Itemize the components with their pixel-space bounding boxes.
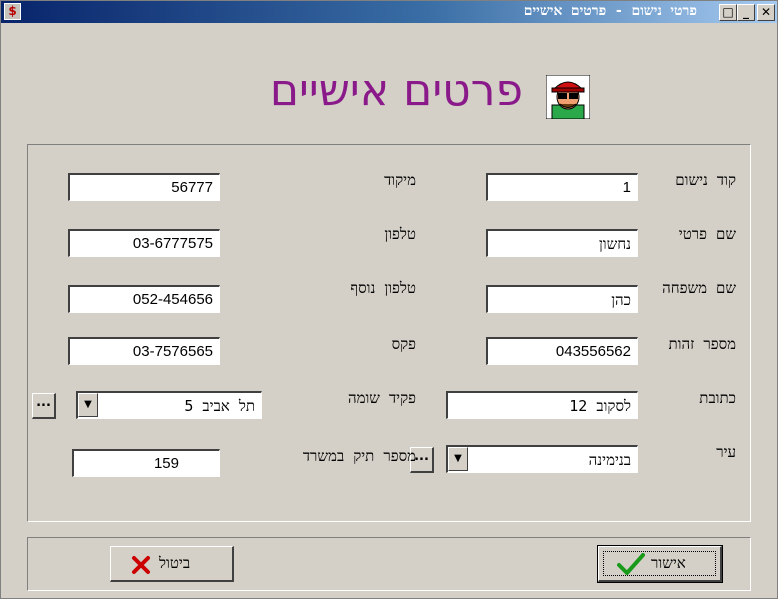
fax-field[interactable]: 03-7576565 [68,337,220,365]
checkmark-icon [617,553,645,575]
ok-button[interactable]: אישור [597,545,723,583]
minimize-icon: _ [743,5,749,19]
app-window: $ _ □ ✕ פרטי נישום - פרטים אישיים פרטים … [0,0,778,599]
assessing-officer-label: פקיד שומה [347,389,416,407]
fax-label: פקס [391,335,416,353]
first-name-label: שם פרטי [678,225,736,243]
last-name-field[interactable]: כהן [486,285,638,313]
city-combobox[interactable]: בנימינה [446,445,638,473]
button-bar: אישור ביטול [27,537,751,591]
cancel-x-icon [132,556,150,574]
assessing-officer-dropdown-button[interactable]: ▼ [78,393,98,417]
minimize-button[interactable]: _ [737,4,755,21]
zip-code-label: מיקוד [384,171,416,189]
address-field[interactable]: לסקוב 12 [446,391,638,419]
last-name-label: שם משפחה [662,279,736,297]
assessing-officer-browse-button[interactable]: ... [32,393,56,419]
id-number-field[interactable]: 043556562 [486,337,638,365]
id-number-label: מספר זהות [668,335,736,353]
city-label: עיר [716,443,736,461]
city-dropdown-button[interactable]: ▼ [448,447,468,471]
phone-field[interactable]: 03-6777575 [68,229,220,257]
details-panel: קוד נישום 1 שם פרטי נחשון שם משפחה כהן מ… [27,144,751,522]
office-file-number-field[interactable]: 159 [72,449,220,477]
maximize-icon: □ [722,5,734,19]
close-button[interactable]: ✕ [757,4,775,21]
close-icon: ✕ [760,5,772,19]
address-label: כתובת [699,389,736,407]
zip-code-field[interactable]: 56777 [68,173,220,201]
app-icon[interactable]: $ [4,3,21,20]
taxpayer-code-field[interactable]: 1 [486,173,638,201]
cancel-button-label: ביטול [159,554,191,572]
window-title: פרטי נישום - פרטים אישיים [523,3,697,19]
first-name-field[interactable]: נחשון [486,229,638,257]
chevron-down-icon: ▼ [454,453,462,464]
person-avatar-icon [546,75,590,119]
taxpayer-code-label: קוד נישום [675,171,736,189]
cancel-button[interactable]: ביטול [110,546,234,582]
extra-phone-label: טלפון נוסף [350,279,416,297]
page-title: פרטים אישיים [269,65,523,116]
extra-phone-field[interactable]: 052-454656 [68,285,220,313]
title-bar[interactable]: $ _ □ ✕ פרטי נישום - פרטים אישיים [1,1,777,23]
ok-button-label: אישור [651,554,686,572]
office-file-number-label: מספר תיק במשרד [302,447,416,465]
chevron-down-icon: ▼ [84,399,92,410]
assessing-officer-combobox[interactable]: תל אביב 5 [76,391,262,419]
phone-label: טלפון [384,225,416,243]
page-heading: פרטים אישיים [1,59,777,129]
maximize-button[interactable]: □ [719,4,737,21]
